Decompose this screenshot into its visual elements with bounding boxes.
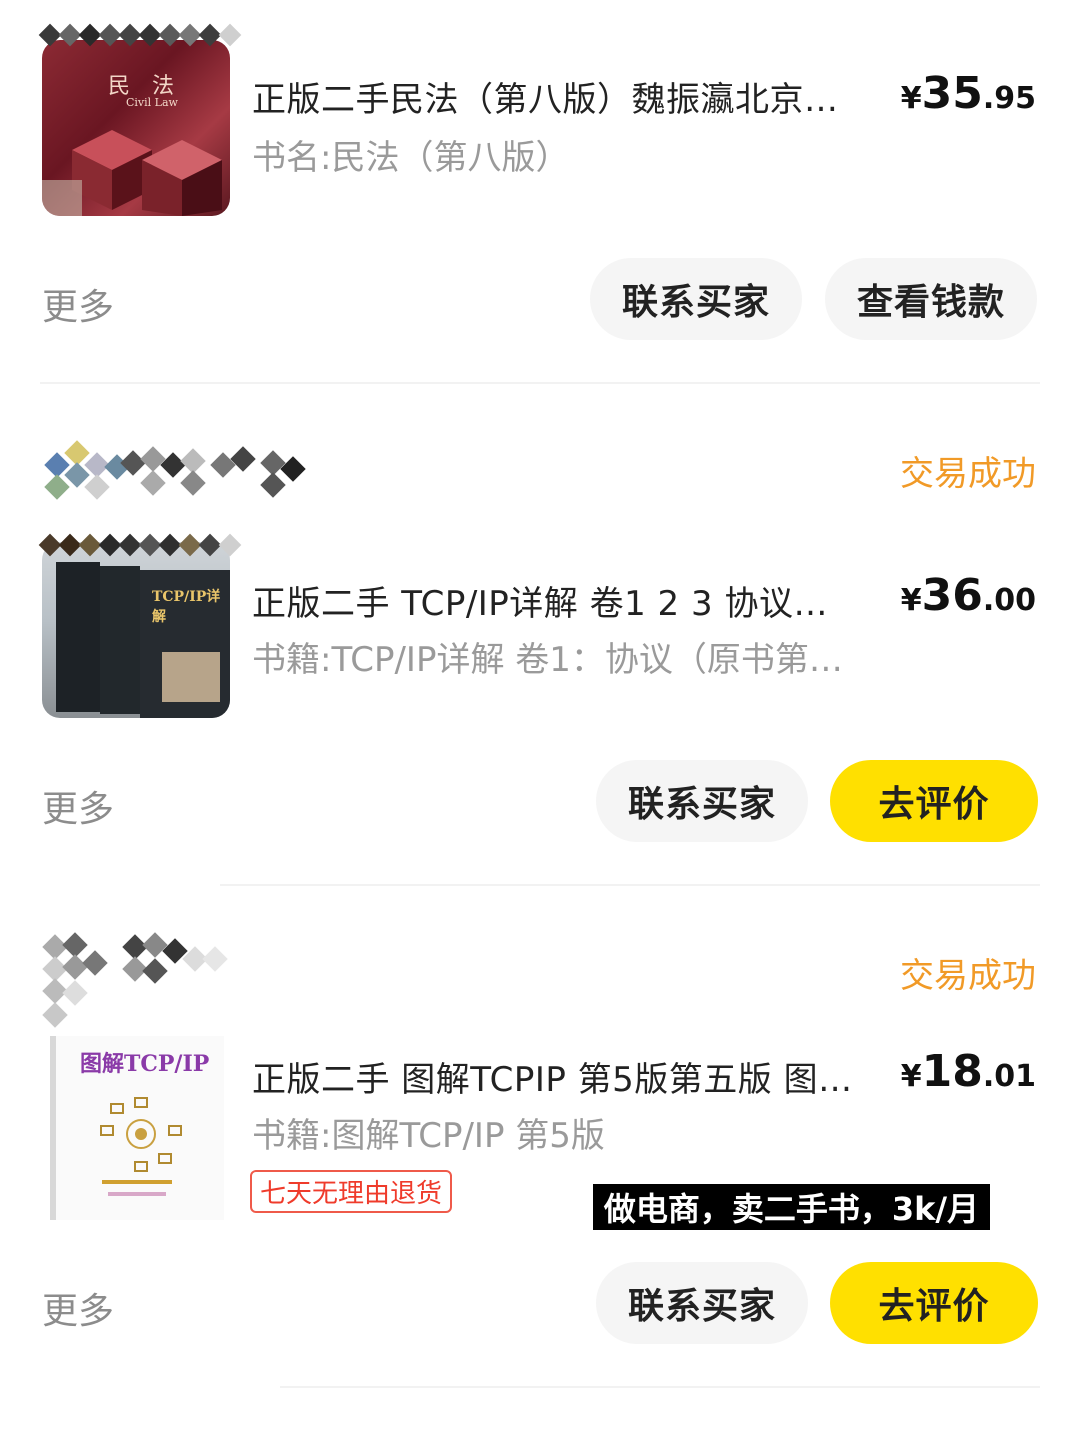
order-status-2: 交易成功 bbox=[900, 454, 1036, 494]
order-title-3[interactable]: 正版二手 图解TCPIP 第5版第五版 图… bbox=[252, 1052, 888, 1101]
return-policy-badge: 七天无理由退货 bbox=[250, 1170, 453, 1213]
price-decimal: .95 bbox=[982, 81, 1036, 116]
order-subtitle-1: 书名:民法（第八版） bbox=[252, 138, 570, 178]
price-decimal: .01 bbox=[982, 1059, 1036, 1094]
cover-line bbox=[102, 1180, 172, 1184]
cover-illustration bbox=[162, 652, 220, 702]
order-price-1: ¥35.95 bbox=[901, 68, 1036, 119]
caption-overlay: 做电商，卖二手书，3k/月 bbox=[593, 1184, 990, 1230]
network-diagram-icon bbox=[100, 1097, 182, 1172]
mosaic-overlay bbox=[38, 533, 242, 557]
civil-law-cover-art bbox=[42, 130, 222, 216]
price-currency: ¥ bbox=[900, 583, 922, 618]
price-decimal: .00 bbox=[982, 583, 1036, 618]
product-image-1[interactable]: 民 法 Civil Law bbox=[42, 40, 230, 216]
order-price-2: ¥36.00 bbox=[901, 570, 1036, 621]
buyer-name-mosaic-2 bbox=[120, 446, 320, 506]
book-spine bbox=[100, 566, 140, 714]
price-currency: ¥ bbox=[900, 81, 922, 116]
mosaic-overlay bbox=[38, 23, 242, 47]
order-subtitle-2: 书籍:TCP/IP详解 卷1：协议（原书第… bbox=[252, 640, 843, 680]
order-subtitle-3: 书籍:图解TCP/IP 第5版 bbox=[252, 1116, 605, 1156]
divider bbox=[220, 884, 1040, 886]
order-title-1[interactable]: 正版二手民法（第八版）魏振瀛北京… bbox=[252, 72, 882, 121]
contact-buyer-button-2[interactable]: 联系买家 bbox=[596, 760, 808, 842]
price-integer: 35 bbox=[921, 68, 983, 119]
more-link-2[interactable]: 更多 bbox=[42, 780, 114, 832]
product-image-2[interactable]: TCP/IP详解 bbox=[42, 542, 230, 718]
divider bbox=[280, 1386, 1040, 1388]
review-button-2[interactable]: 去评价 bbox=[830, 760, 1038, 842]
buyer-avatar-3[interactable] bbox=[40, 932, 240, 1032]
price-currency: ¥ bbox=[900, 1059, 922, 1094]
review-button-3[interactable]: 去评价 bbox=[830, 1262, 1038, 1344]
order-title-2[interactable]: 正版二手 TCP/IP详解 卷1 2 3 协议… bbox=[252, 576, 872, 625]
price-integer: 36 bbox=[921, 570, 983, 621]
order-price-3: ¥18.01 bbox=[901, 1046, 1036, 1097]
more-link-1[interactable]: 更多 bbox=[42, 278, 114, 330]
book-spine bbox=[56, 562, 100, 712]
order-status-3: 交易成功 bbox=[900, 956, 1036, 996]
divider bbox=[40, 382, 1040, 384]
cover-line bbox=[108, 1192, 166, 1196]
cover-title: 图解TCP/IP bbox=[80, 1051, 210, 1077]
cover-subtitle: Civil Law bbox=[126, 96, 178, 109]
product-image-3[interactable]: 图解TCP/IP bbox=[50, 1036, 224, 1220]
price-integer: 18 bbox=[921, 1046, 983, 1097]
view-payment-button[interactable]: 查看钱款 bbox=[825, 258, 1037, 340]
cover-title: TCP/IP详解 bbox=[152, 589, 221, 625]
contact-buyer-button-3[interactable]: 联系买家 bbox=[596, 1262, 808, 1344]
more-link-3[interactable]: 更多 bbox=[42, 1282, 114, 1334]
contact-buyer-button-1[interactable]: 联系买家 bbox=[590, 258, 802, 340]
